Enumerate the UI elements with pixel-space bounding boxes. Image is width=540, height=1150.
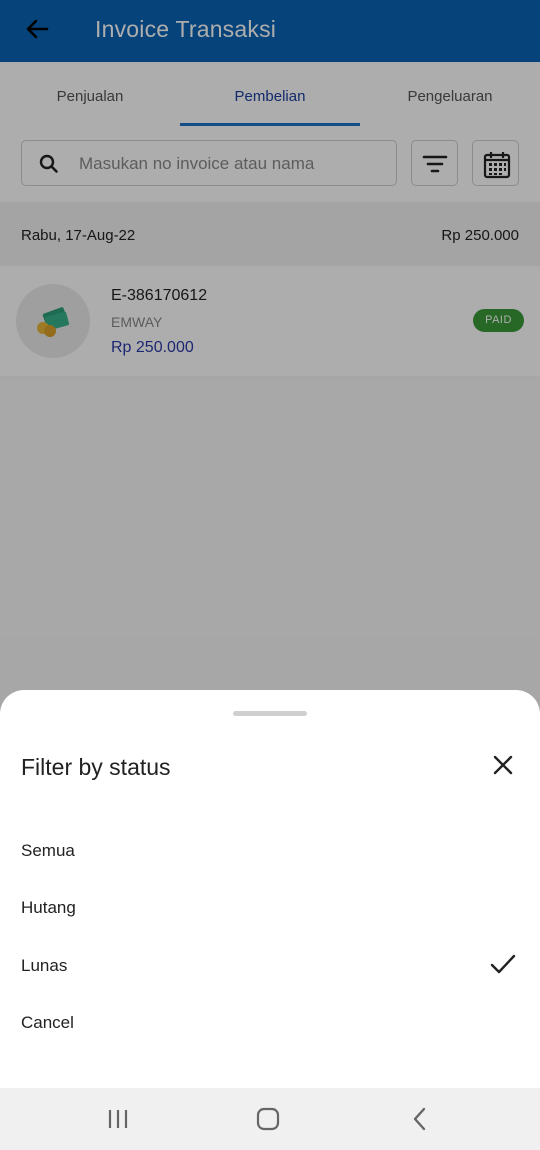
filter-option-cancel[interactable]: Cancel	[0, 999, 540, 1051]
back-nav-icon[interactable]	[406, 1105, 434, 1133]
sheet-title: Filter by status	[21, 754, 171, 780]
home-icon[interactable]	[254, 1105, 282, 1133]
filter-bottom-sheet: Filter by status Semua Hutang Lunas Canc…	[0, 690, 540, 1088]
filter-option-hutang[interactable]: Hutang	[0, 884, 540, 936]
option-label: Lunas	[21, 956, 68, 975]
filter-option-lunas[interactable]: Lunas	[0, 942, 540, 994]
option-label: Cancel	[21, 1013, 74, 1032]
option-label: Semua	[21, 841, 75, 860]
filter-option-semua[interactable]: Semua	[0, 827, 540, 879]
close-icon[interactable]	[488, 750, 518, 780]
drag-handle[interactable]	[233, 711, 307, 716]
check-icon	[488, 950, 518, 980]
system-nav-bar	[0, 1088, 540, 1150]
option-label: Hutang	[21, 898, 76, 917]
recent-apps-icon[interactable]	[104, 1105, 132, 1133]
